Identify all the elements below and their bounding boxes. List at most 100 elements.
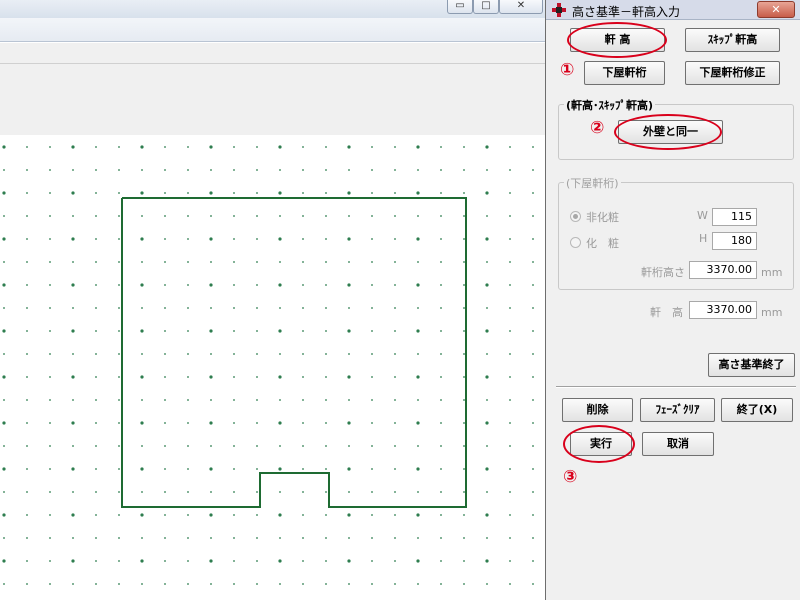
noki-height-field[interactable]: 3370.00 bbox=[689, 301, 757, 319]
skip-noki-button[interactable]: ｽｷｯﾌﾟ軒高 bbox=[685, 28, 780, 52]
grid-dot bbox=[26, 192, 28, 194]
grid-dot bbox=[233, 215, 235, 217]
grid-dot bbox=[209, 559, 213, 563]
dialog-close-button[interactable]: ✕ bbox=[757, 1, 795, 18]
grid-dot bbox=[417, 583, 419, 585]
grid-dot bbox=[49, 261, 51, 263]
grid-dot bbox=[72, 307, 74, 309]
grid-dot bbox=[509, 422, 511, 424]
grid-dot bbox=[279, 537, 281, 539]
grid-dot bbox=[164, 238, 166, 240]
grid-dot bbox=[118, 468, 120, 470]
grid-dot bbox=[187, 537, 189, 539]
grid-dot bbox=[463, 238, 465, 240]
grid-dot bbox=[210, 583, 212, 585]
grid-dot bbox=[440, 261, 442, 263]
grid-dot bbox=[416, 191, 420, 195]
grid-dot bbox=[325, 560, 327, 562]
grid-dot bbox=[164, 560, 166, 562]
grid-dot bbox=[141, 399, 143, 401]
grid-dot bbox=[256, 192, 258, 194]
grid-dot bbox=[440, 146, 442, 148]
app-icon bbox=[552, 3, 566, 17]
grid-dot bbox=[118, 491, 120, 493]
grid-dot bbox=[348, 583, 350, 585]
grid-dot bbox=[394, 238, 396, 240]
grid-dot bbox=[440, 583, 442, 585]
grid-dot bbox=[49, 583, 51, 585]
cancel-button[interactable]: 取消 bbox=[642, 432, 714, 456]
annotation-oval-2 bbox=[614, 114, 722, 150]
close-dialog-button[interactable]: 終了(X) bbox=[721, 398, 793, 422]
grid-dot bbox=[278, 283, 282, 287]
grid-dot bbox=[463, 468, 465, 470]
geya-noki-fix-button[interactable]: 下屋軒桁修正 bbox=[685, 61, 780, 85]
grid-dot bbox=[394, 215, 396, 217]
noki-keta-height-field[interactable]: 3370.00 bbox=[689, 261, 757, 279]
maximize-button[interactable]: □ bbox=[473, 0, 499, 14]
grid-dot bbox=[256, 215, 258, 217]
grid-dot bbox=[278, 237, 282, 241]
grid-dot bbox=[486, 491, 488, 493]
grid-dot bbox=[256, 307, 258, 309]
grid-dot bbox=[371, 169, 373, 171]
grid-dot bbox=[233, 468, 235, 470]
non-facing-radio[interactable] bbox=[570, 211, 581, 222]
grid-dot bbox=[532, 445, 534, 447]
grid-dot bbox=[71, 283, 75, 287]
minimize-button[interactable]: ▭ bbox=[447, 0, 473, 14]
grid-dot bbox=[187, 376, 189, 378]
delete-button[interactable]: 削除 bbox=[562, 398, 633, 422]
grid-dot bbox=[256, 169, 258, 171]
w-field[interactable]: 115 bbox=[712, 208, 757, 226]
grid-dot bbox=[164, 192, 166, 194]
grid-dot bbox=[256, 583, 258, 585]
grid-dot bbox=[95, 169, 97, 171]
h-field[interactable]: 180 bbox=[712, 232, 757, 250]
grid-dot bbox=[118, 353, 120, 355]
grid-dot bbox=[256, 445, 258, 447]
grid-dot bbox=[485, 145, 489, 149]
grid-dot bbox=[509, 399, 511, 401]
grid-dot bbox=[95, 376, 97, 378]
main-menu-band bbox=[0, 18, 545, 42]
non-facing-label: 非化粧 bbox=[586, 211, 619, 224]
grid-dot bbox=[210, 399, 212, 401]
grid-dot bbox=[95, 215, 97, 217]
grid-dot bbox=[485, 513, 489, 517]
facing-radio[interactable] bbox=[570, 237, 581, 248]
grid-dot bbox=[140, 145, 144, 149]
grid-dot bbox=[26, 261, 28, 263]
grid-dot bbox=[118, 261, 120, 263]
geya-noki-button[interactable]: 下屋軒桁 bbox=[584, 61, 665, 85]
grid-dot bbox=[95, 284, 97, 286]
grid-dot bbox=[371, 537, 373, 539]
grid-dot bbox=[463, 192, 465, 194]
grid-dot bbox=[463, 537, 465, 539]
grid-dot bbox=[532, 468, 534, 470]
grid-dot bbox=[486, 583, 488, 585]
grid-dot bbox=[256, 376, 258, 378]
drawing-canvas[interactable] bbox=[0, 135, 545, 600]
grid-dot bbox=[302, 376, 304, 378]
grid-dot bbox=[325, 284, 327, 286]
phase-clear-button[interactable]: ﾌｪｰｽﾞｸﾘｱ bbox=[640, 398, 715, 422]
grid-dot bbox=[3, 353, 5, 355]
grid-dot bbox=[3, 491, 5, 493]
grid-dot bbox=[118, 215, 120, 217]
grid-dot bbox=[26, 537, 28, 539]
end-height-button[interactable]: 高さ基準終了 bbox=[708, 353, 795, 377]
grid-dot bbox=[26, 376, 28, 378]
grid-dot bbox=[26, 560, 28, 562]
grid-dot bbox=[325, 238, 327, 240]
grid-dot bbox=[210, 169, 212, 171]
grid-dot bbox=[140, 191, 144, 195]
grid-dot bbox=[26, 146, 28, 148]
grid-dot bbox=[509, 583, 511, 585]
building-outline[interactable] bbox=[121, 197, 467, 508]
grid-dot bbox=[26, 238, 28, 240]
grid-dot bbox=[440, 514, 442, 516]
grid-dot bbox=[371, 330, 373, 332]
close-button[interactable]: ✕ bbox=[499, 0, 543, 14]
grid-dot bbox=[210, 537, 212, 539]
